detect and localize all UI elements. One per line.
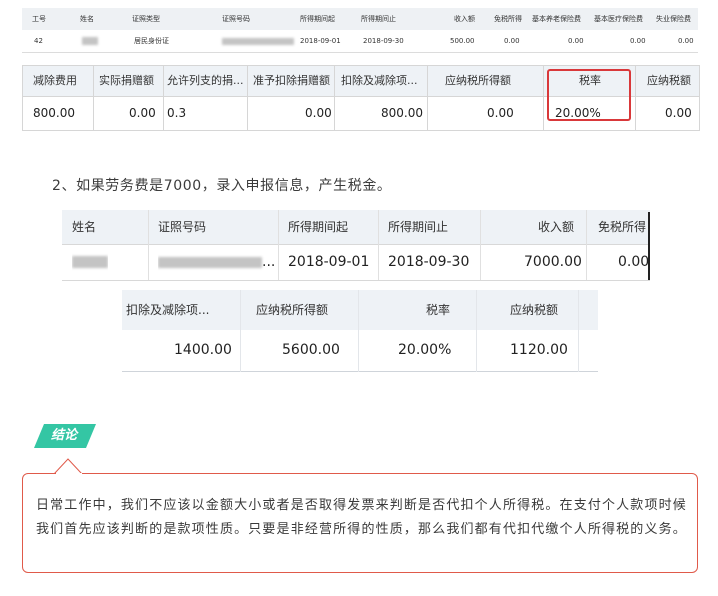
cell-taxable-income: 0.00 xyxy=(487,106,514,120)
cell-name-redacted xyxy=(82,30,98,52)
cell-income: 500.00 xyxy=(450,37,475,45)
cell-period-start: 2018-09-01 xyxy=(300,37,341,45)
cell-id-type: 居民身份证 xyxy=(134,37,169,45)
table-header: 扣除及减除项... 应纳税所得额 税率 应纳税额 xyxy=(122,290,598,330)
col-header: 基本医疗保险费 xyxy=(594,15,643,23)
cell-period-start: 2018-09-01 xyxy=(288,254,370,270)
cell-taxable-income: 5600.00 xyxy=(282,342,340,358)
cell-income: 7000.00 xyxy=(524,254,582,270)
tax-result-table-7000: 扣除及减除项... 应纳税所得额 税率 应纳税额 1400.00 5600.00… xyxy=(122,290,598,372)
col-header: 姓名 xyxy=(80,15,94,23)
table-row[interactable]: 1400.00 5600.00 20.00% 1120.00 xyxy=(122,330,598,372)
conclusion-box: 日常工作中，我们不应该以金额大小或者是否取得发票来判断是否代扣个人所得税。在支付… xyxy=(22,473,698,573)
cell-unemployment: 0.00 xyxy=(678,37,694,45)
table-row[interactable]: ... 2018-09-01 2018-09-30 7000.00 0.00 xyxy=(62,245,650,281)
col-header: 失业保险费 xyxy=(656,15,691,23)
col-header: 应纳税额 xyxy=(510,303,559,317)
col-header: 扣除及减除项... xyxy=(126,303,210,317)
col-header: 工号 xyxy=(32,15,46,23)
col-header: 税率 xyxy=(426,303,451,317)
col-header: 所得期间起 xyxy=(300,15,335,23)
col-header: 收入额 xyxy=(454,15,475,23)
pointer-gap xyxy=(56,473,82,475)
column-divider xyxy=(586,210,587,280)
column-divider xyxy=(476,290,477,372)
col-header: 准予扣除捐赠额 xyxy=(253,74,330,87)
table-row[interactable]: 42 居民身份证 2018-09-01 2018-09-30 500.00 0.… xyxy=(22,30,698,53)
column-divider xyxy=(247,66,248,130)
col-header: 收入额 xyxy=(538,220,575,234)
conclusion-tag: 结论 xyxy=(34,424,96,448)
cell-tax-free: 0.00 xyxy=(618,254,650,270)
col-header: 所得期间止 xyxy=(361,15,396,23)
cell-name-redacted xyxy=(72,245,108,280)
cell-id-number-redacted: ... xyxy=(158,245,275,280)
cell-tax-free: 0.00 xyxy=(504,37,520,45)
column-divider xyxy=(278,210,279,280)
col-header: 减除费用 xyxy=(33,74,77,87)
cell-total-deduction: 1400.00 xyxy=(174,342,232,358)
deduction-table-500: 减除费用 实际捐赠额 允许列支的捐... 准予扣除捐赠额 扣除及减除项... 应… xyxy=(22,65,700,131)
cell-deductible-donation: 0.00 xyxy=(305,106,332,120)
col-header: 应纳税所得额 xyxy=(256,303,329,317)
cell-employee-id: 42 xyxy=(34,37,43,45)
cell-period-end: 2018-09-30 xyxy=(388,254,470,270)
cell-deduction: 800.00 xyxy=(33,106,75,120)
cropped-edge-line xyxy=(648,212,650,280)
column-divider xyxy=(480,210,481,280)
col-header: 证照类型 xyxy=(132,15,160,23)
column-divider xyxy=(358,290,359,372)
column-divider xyxy=(578,290,579,372)
cell-pension: 0.00 xyxy=(568,37,584,45)
col-header: 姓名 xyxy=(72,220,97,234)
column-divider xyxy=(635,66,636,130)
column-divider xyxy=(240,290,241,372)
cell-tax-rate: 20.00% xyxy=(398,342,452,358)
table-header: 工号 姓名 证照类型 证照号码 所得期间起 所得期间止 收入额 免税所得 基本养… xyxy=(22,8,698,30)
column-divider xyxy=(334,66,335,130)
conclusion-text: 日常工作中，我们不应该以金额大小或者是否取得发票来判断是否代扣个人所得税。在支付… xyxy=(36,498,687,537)
conclusion-tag-label: 结论 xyxy=(50,428,77,443)
cell-allowed-donation: 0.3 xyxy=(167,106,187,120)
column-divider xyxy=(378,210,379,280)
col-header: 证照号码 xyxy=(222,15,250,23)
cell-period-end: 2018-09-30 xyxy=(363,37,404,45)
table-header: 姓名 证照号码 所得期间起 所得期间止 收入额 免税所得 xyxy=(62,210,650,245)
column-divider xyxy=(148,210,149,280)
income-table-7000: 姓名 证照号码 所得期间起 所得期间止 收入额 免税所得 ... 2018-09… xyxy=(62,210,650,281)
cell-tax-payable: 0.00 xyxy=(665,106,692,120)
salary-table-small: 工号 姓名 证照类型 证照号码 所得期间起 所得期间止 收入额 免税所得 基本养… xyxy=(22,8,698,53)
col-header: 应纳税所得额 xyxy=(445,74,511,87)
col-header: 免税所得 xyxy=(494,15,522,23)
cell-medical: 0.00 xyxy=(630,37,646,45)
cell-actual-donation: 0.00 xyxy=(129,106,156,120)
col-header: 免税所得 xyxy=(598,220,647,234)
col-header: 应纳税额 xyxy=(647,74,691,87)
col-header: 允许列支的捐... xyxy=(167,74,244,87)
column-divider xyxy=(163,66,164,130)
column-divider xyxy=(427,66,428,130)
scenario-paragraph: 2、如果劳务费是7000，录入申报信息，产生税金。 xyxy=(52,178,392,194)
col-header: 所得期间起 xyxy=(288,220,349,234)
col-header: 基本养老保险费 xyxy=(532,15,581,23)
col-header: 实际捐赠额 xyxy=(99,74,154,87)
cell-total-deduction: 800.00 xyxy=(381,106,423,120)
cell-id-number-redacted xyxy=(222,30,294,52)
cell-tax-payable: 1120.00 xyxy=(510,342,568,358)
column-divider xyxy=(543,66,544,130)
column-divider xyxy=(93,66,94,130)
tax-rate-highlight-box xyxy=(547,69,631,121)
col-header: 所得期间止 xyxy=(388,220,449,234)
col-header: 证照号码 xyxy=(158,220,207,234)
col-header: 扣除及减除项... xyxy=(341,74,418,87)
